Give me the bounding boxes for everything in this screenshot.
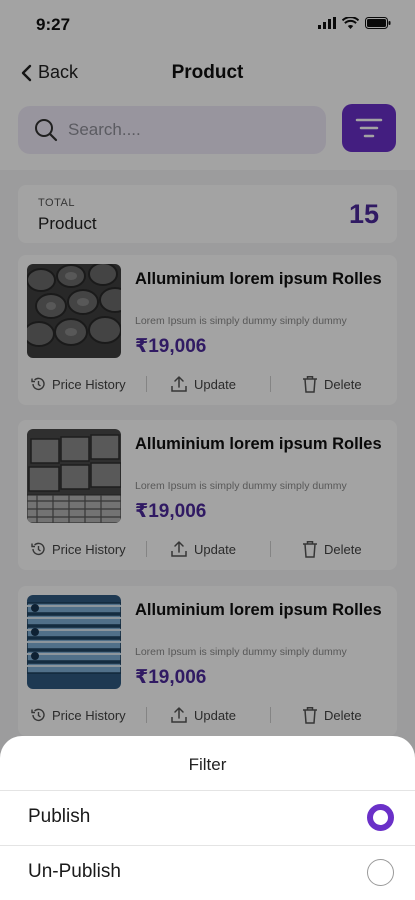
filter-option-publish[interactable]: Publish	[0, 791, 415, 845]
filter-title: Filter	[188, 755, 227, 774]
filter-option-unpublish[interactable]: Un-Publish	[0, 846, 415, 900]
option-label: Publish	[28, 806, 91, 827]
filter-bottom-sheet: Filter Publish Un-Publish	[0, 736, 415, 900]
option-label: Un-Publish	[28, 861, 121, 882]
radio-unselected[interactable]	[367, 859, 394, 886]
radio-selected[interactable]	[367, 804, 394, 831]
